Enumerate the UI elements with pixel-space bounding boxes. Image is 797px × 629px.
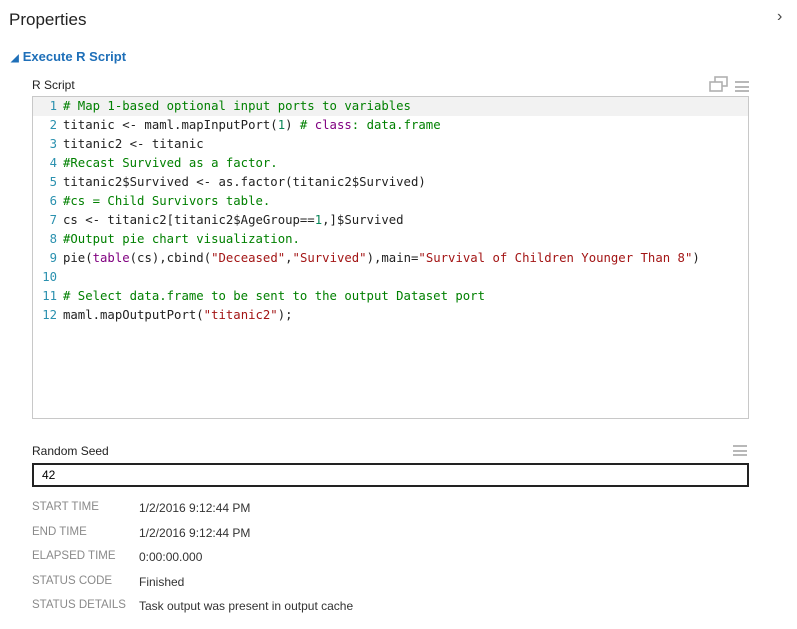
code-line[interactable]: 10 (33, 268, 748, 287)
r-script-toolbar (709, 76, 749, 97)
line-number: 12 (42, 308, 57, 322)
random-seed-label: Random Seed (32, 444, 109, 458)
code-text: cs <- titanic2[titanic2$AgeGroup==1,]$Su… (63, 211, 404, 230)
code-line[interactable]: 6 #cs = Child Survivors table. (33, 192, 748, 211)
code-text: titanic2 <- titanic (63, 135, 204, 154)
meta-row: END TIME 1/2/2016 9:12:44 PM (32, 526, 250, 540)
panel-title: Properties (9, 10, 87, 29)
meta-row: START TIME 1/2/2016 9:12:44 PM (32, 501, 250, 515)
code-token: titanic <- maml.mapInputPort( (63, 118, 278, 132)
meta-value: Finished (139, 574, 185, 589)
code-line[interactable]: 12 maml.mapOutputPort("titanic2"); (33, 306, 748, 325)
code-token: , (285, 251, 293, 265)
code-text: titanic2$Survived <- as.factor(titanic2$… (63, 173, 426, 192)
code-text: #Recast Survived as a factor. (63, 154, 278, 173)
line-number: 11 (42, 289, 57, 303)
meta-row: STATUS CODE Finished (32, 575, 184, 589)
code-token: 1 (277, 118, 286, 132)
meta-value: 0:00:00.000 (139, 550, 203, 564)
code-token: pie( (63, 251, 93, 265)
code-text: # Select data.frame to be sent to the ou… (63, 287, 485, 306)
code-text: titanic <- maml.mapInputPort(1) # class:… (63, 116, 441, 135)
popout-icon[interactable] (709, 76, 729, 97)
line-number: 4 (49, 156, 57, 170)
r-script-label: R Script (32, 78, 75, 92)
code-text: pie(table(cs),cbind("Deceased","Survived… (63, 249, 700, 268)
code-line[interactable]: 9 pie(table(cs),cbind("Deceased","Survive… (33, 249, 748, 268)
code-token: # Select data.frame to be sent to the ou… (63, 289, 485, 303)
code-token: titanic2$Survived <- as.factor(titanic2$… (63, 175, 426, 189)
code-text: #Output pie chart visualization. (63, 230, 300, 249)
code-token: cs <- titanic2[titanic2$AgeGroup== (63, 213, 315, 227)
code-token: # Map 1-based optional input ports to va… (63, 99, 411, 113)
code-token: #cs = Child Survivors table. (63, 194, 271, 208)
code-token: class (314, 118, 352, 132)
meta-value: 1/2/2016 9:12:44 PM (139, 501, 251, 515)
line-number: 6 (49, 194, 57, 208)
code-token: table (92, 251, 130, 265)
line-number: 3 (49, 137, 57, 151)
code-token: "Deceased" (211, 251, 286, 265)
line-number: 1 (49, 99, 57, 113)
code-token: titanic2 <- titanic (63, 137, 204, 151)
code-token: #Output pie chart visualization. (63, 232, 300, 246)
code-token: maml.mapOutputPort( (63, 308, 204, 322)
code-line[interactable]: 4 #Recast Survived as a factor. (33, 154, 748, 173)
code-token: "Survival of Children Younger Than 8" (418, 251, 693, 265)
section-header-execute-r-script[interactable]: ◢ Execute R Script (11, 49, 126, 64)
random-seed-input[interactable] (32, 463, 749, 487)
meta-key: ELAPSED TIME (32, 550, 116, 562)
code-line[interactable]: 7 cs <- titanic2[titanic2$AgeGroup==1,]$S… (33, 211, 748, 230)
code-line[interactable]: 5 titanic2$Survived <- as.factor(titanic2… (33, 173, 748, 192)
code-token: ) (285, 118, 300, 132)
code-text: #cs = Child Survivors table. (63, 192, 270, 211)
code-line[interactable]: 2 titanic <- maml.mapInputPort(1) # class… (33, 116, 748, 135)
code-token: #Recast Survived as a factor. (63, 156, 278, 170)
code-token: ,]$Survived (322, 213, 404, 227)
line-number: 8 (49, 232, 57, 246)
code-token: "Survived" (292, 251, 367, 265)
meta-value: Task output was present in output cache (139, 599, 354, 613)
random-seed-menu-icon[interactable] (733, 445, 747, 456)
menu-icon[interactable] (735, 81, 749, 92)
code-line[interactable]: 3 titanic2 <- titanic (33, 135, 748, 154)
code-token: ); (277, 308, 293, 322)
expand-triangle-icon: ◢ (11, 53, 19, 64)
meta-key: START TIME (32, 501, 99, 513)
code-token: "titanic2" (203, 308, 278, 322)
code-token: ),main= (366, 251, 419, 265)
code-token: ) (692, 251, 700, 265)
code-line[interactable]: 1 # Map 1-based optional input ports to v… (33, 97, 748, 116)
line-number: 5 (49, 175, 57, 189)
code-text: maml.mapOutputPort("titanic2"); (63, 306, 293, 325)
meta-row: STATUS DETAILS Task output was present in… (32, 599, 353, 613)
meta-key: END TIME (32, 525, 87, 538)
line-number: 10 (42, 270, 57, 284)
meta-key: STATUS CODE (32, 574, 113, 587)
code-line[interactable]: 8 #Output pie chart visualization. (33, 230, 748, 249)
meta-key: STATUS DETAILS (32, 599, 126, 611)
line-number: 7 (49, 213, 57, 227)
code-token: # (299, 118, 315, 132)
code-token: 1 (314, 213, 323, 227)
line-number: 9 (49, 251, 57, 265)
code-text: # Map 1-based optional input ports to va… (63, 97, 411, 116)
code-token: : data.frame (351, 118, 441, 132)
line-number: 2 (49, 118, 57, 132)
code-line[interactable]: 11 # Select data.frame to be sent to the … (33, 287, 748, 306)
meta-value: 1/2/2016 9:12:44 PM (139, 525, 251, 540)
collapse-panel-icon[interactable]: › (777, 8, 782, 26)
code-token: (cs),cbind( (129, 251, 212, 265)
meta-row: ELAPSED TIME 0:00:00.000 (32, 550, 202, 564)
section-title: Execute R Script (22, 49, 127, 64)
r-script-editor[interactable]: 1 # Map 1-based optional input ports to v… (32, 96, 749, 419)
